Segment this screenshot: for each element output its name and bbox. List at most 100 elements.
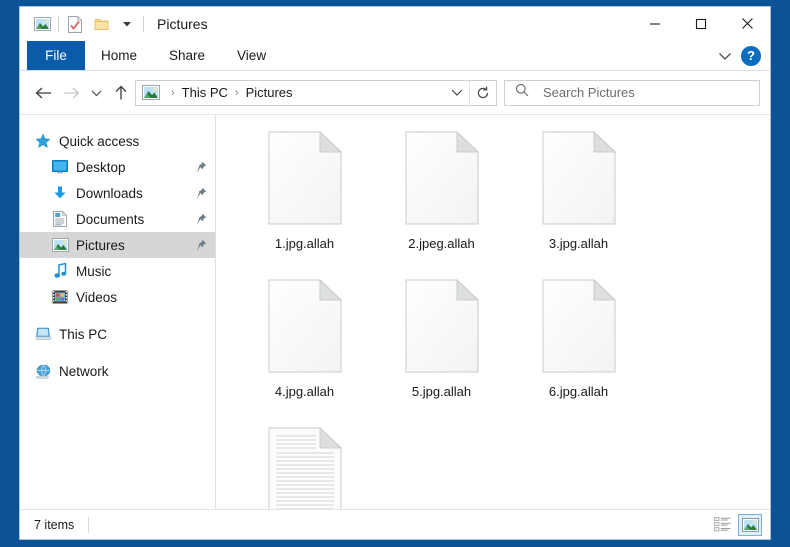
qat-separator-2 bbox=[143, 16, 144, 32]
item-count-label: 7 items bbox=[34, 517, 75, 532]
up-one-level-button[interactable] bbox=[107, 78, 135, 108]
back-button[interactable] bbox=[29, 78, 57, 108]
file-name: 1.jpg.allah bbox=[274, 236, 335, 251]
pictures-icon bbox=[51, 236, 69, 254]
status-divider bbox=[88, 516, 90, 533]
sidebar-item-this-pc[interactable]: This PC bbox=[20, 321, 215, 347]
breadcrumb-separator-1: › bbox=[234, 86, 239, 99]
file-name: 5.jpg.allah bbox=[411, 384, 472, 399]
sidebar-item-videos[interactable]: Videos bbox=[20, 284, 215, 310]
details-view-icon[interactable] bbox=[710, 514, 734, 536]
sidebar-gap-1 bbox=[20, 310, 215, 321]
sidebar-item-documents[interactable]: Documents bbox=[20, 206, 215, 232]
ribbon-right-controls: ? bbox=[711, 41, 770, 70]
breadcrumb-segment-pictures[interactable]: Pictures bbox=[244, 85, 295, 100]
blank-file-icon bbox=[402, 131, 482, 231]
star-icon bbox=[34, 132, 52, 150]
pin-icon[interactable] bbox=[193, 239, 209, 252]
qat-properties-icon[interactable] bbox=[62, 13, 88, 35]
sidebar-item-label: Quick access bbox=[59, 133, 140, 149]
qat-new-folder-icon[interactable] bbox=[88, 13, 114, 35]
sidebar-item-network[interactable]: Network bbox=[20, 358, 215, 384]
file-grid: 1.jpg.allah 2.jpeg.allah 3.jpg.allah 4.j… bbox=[236, 129, 770, 509]
refresh-button[interactable] bbox=[469, 79, 497, 106]
sidebar-item-label: Pictures bbox=[76, 237, 125, 253]
network-icon bbox=[34, 362, 52, 380]
music-icon bbox=[51, 262, 69, 280]
search-placeholder: Search Pictures bbox=[543, 85, 635, 100]
tab-view[interactable]: View bbox=[221, 41, 282, 70]
file-name: 2.jpeg.allah bbox=[408, 236, 475, 251]
address-breadcrumb-bar[interactable]: › This PC › Pictures bbox=[135, 79, 469, 106]
sidebar-item-label: Documents bbox=[76, 211, 145, 227]
recent-locations-chevron-down-icon[interactable] bbox=[85, 78, 107, 108]
sidebar-item-label: Network bbox=[59, 363, 109, 379]
view-mode-buttons bbox=[710, 513, 762, 536]
address-dropdown-chevron-down-icon[interactable] bbox=[445, 81, 469, 105]
file-name: 6.jpg.allah bbox=[548, 384, 609, 399]
qat-separator-1 bbox=[58, 16, 59, 32]
pin-icon[interactable] bbox=[193, 213, 209, 226]
sidebar-item-label: Desktop bbox=[76, 159, 126, 175]
sidebar-item-label: Videos bbox=[76, 289, 118, 305]
expand-ribbon-chevron-down-icon[interactable] bbox=[711, 44, 739, 68]
blank-file-icon bbox=[539, 279, 619, 379]
search-box[interactable]: Search Pictures bbox=[504, 79, 760, 106]
video-icon bbox=[51, 288, 69, 306]
sidebar-item-label: Music bbox=[76, 263, 112, 279]
blank-file-icon bbox=[402, 279, 482, 379]
quick-access-toolbar bbox=[20, 13, 147, 35]
file-name: 3.jpg.allah bbox=[548, 236, 609, 251]
close-button[interactable] bbox=[724, 7, 770, 40]
sidebar-item-pictures[interactable]: Pictures bbox=[20, 232, 215, 258]
pin-icon[interactable] bbox=[193, 161, 209, 174]
file-item[interactable]: 3.jpg.allah bbox=[510, 129, 647, 277]
explorer-body: isk.com Quick access bbox=[20, 114, 770, 509]
file-item[interactable]: 1.jpg.allah bbox=[236, 129, 373, 277]
file-name: 4.jpg.allah bbox=[274, 384, 335, 399]
maximize-button[interactable] bbox=[678, 7, 724, 40]
blank-file-icon bbox=[265, 279, 345, 379]
qat-customize-chevron-down-icon[interactable] bbox=[114, 13, 140, 35]
tab-home[interactable]: Home bbox=[85, 41, 153, 70]
file-item[interactable]: 6.jpg.allah bbox=[510, 277, 647, 425]
desktop-icon bbox=[51, 158, 69, 176]
sidebar-item-quick-access[interactable]: Quick access bbox=[20, 128, 215, 154]
blank-file-icon bbox=[539, 131, 619, 231]
file-item[interactable]: 4.jpg.allah bbox=[236, 277, 373, 425]
title-bar: Pictures bbox=[20, 7, 770, 41]
qat-pictures-folder-icon[interactable] bbox=[29, 13, 55, 35]
sidebar-item-label: Downloads bbox=[76, 185, 143, 201]
window-title: Pictures bbox=[157, 16, 208, 32]
tab-file[interactable]: File bbox=[27, 41, 85, 70]
ribbon-tab-bar: File Home Share View ? bbox=[20, 41, 770, 71]
pin-icon[interactable] bbox=[193, 187, 209, 200]
file-list-pane[interactable]: 1.jpg.allah 2.jpeg.allah 3.jpg.allah 4.j… bbox=[216, 115, 770, 509]
sidebar-item-label: This PC bbox=[59, 326, 108, 342]
sidebar-gap-2 bbox=[20, 347, 215, 358]
download-icon bbox=[51, 184, 69, 202]
forward-button[interactable] bbox=[57, 78, 85, 108]
breadcrumb-segment-this-pc[interactable]: This PC bbox=[180, 85, 230, 100]
file-item[interactable]: 2.jpeg.allah bbox=[373, 129, 510, 277]
status-bar: 7 items bbox=[20, 509, 770, 539]
this-pc-icon bbox=[34, 325, 52, 343]
address-bar-row: › This PC › Pictures Search Pictures bbox=[20, 71, 770, 114]
file-item[interactable]: HELP_DECRYPT_YOUR_FILES.txt bbox=[236, 425, 373, 509]
large-icons-view-icon[interactable] bbox=[738, 513, 762, 536]
file-explorer-window: Pictures File Home Share View ? › This P… bbox=[19, 6, 771, 540]
file-item[interactable]: 5.jpg.allah bbox=[373, 277, 510, 425]
minimize-button[interactable] bbox=[632, 7, 678, 40]
sidebar-item-desktop[interactable]: Desktop bbox=[20, 154, 215, 180]
window-controls bbox=[632, 7, 770, 41]
sidebar-item-music[interactable]: Music bbox=[20, 258, 215, 284]
sidebar-item-downloads[interactable]: Downloads bbox=[20, 180, 215, 206]
text-file-icon bbox=[265, 427, 345, 509]
breadcrumb-pictures-folder-icon bbox=[142, 85, 160, 100]
blank-file-icon bbox=[265, 131, 345, 231]
search-icon bbox=[515, 83, 529, 102]
document-icon bbox=[51, 210, 69, 228]
tab-share[interactable]: Share bbox=[153, 41, 221, 70]
breadcrumb-separator-0: › bbox=[171, 86, 175, 99]
help-button[interactable]: ? bbox=[741, 45, 761, 66]
